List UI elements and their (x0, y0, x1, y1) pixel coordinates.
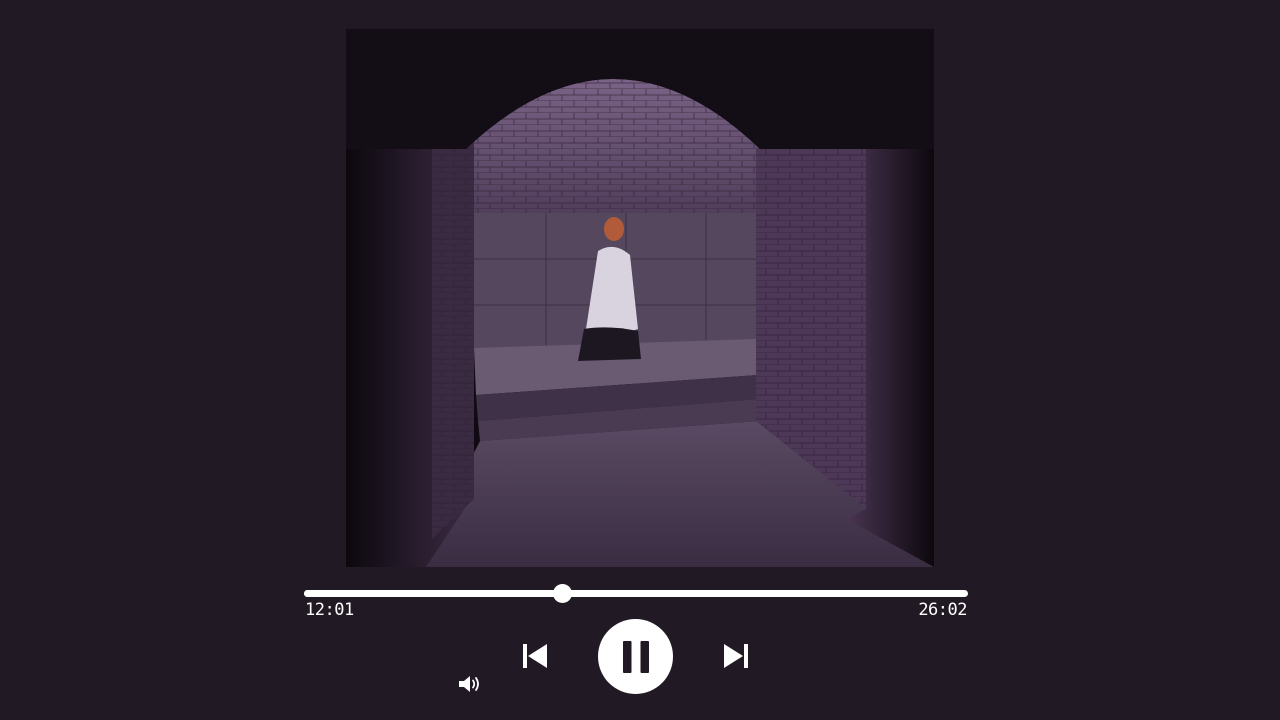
pause-icon (622, 640, 649, 673)
skip-previous-icon (523, 644, 547, 668)
next-button[interactable] (721, 641, 751, 671)
previous-button[interactable] (520, 641, 550, 671)
elapsed-time: 12:01 (305, 600, 354, 620)
skip-next-icon (724, 644, 748, 668)
progress-fill (304, 590, 563, 597)
volume-icon (459, 676, 479, 692)
progress-thumb[interactable] (553, 584, 573, 603)
pause-button[interactable] (598, 619, 673, 694)
album-artwork-image (346, 29, 934, 567)
total-time: 26:02 (918, 600, 967, 620)
progress-bar[interactable] (304, 584, 968, 603)
album-artwork (346, 29, 934, 567)
music-player: 12:01 26:02 (0, 0, 1280, 720)
volume-button[interactable] (457, 673, 483, 695)
